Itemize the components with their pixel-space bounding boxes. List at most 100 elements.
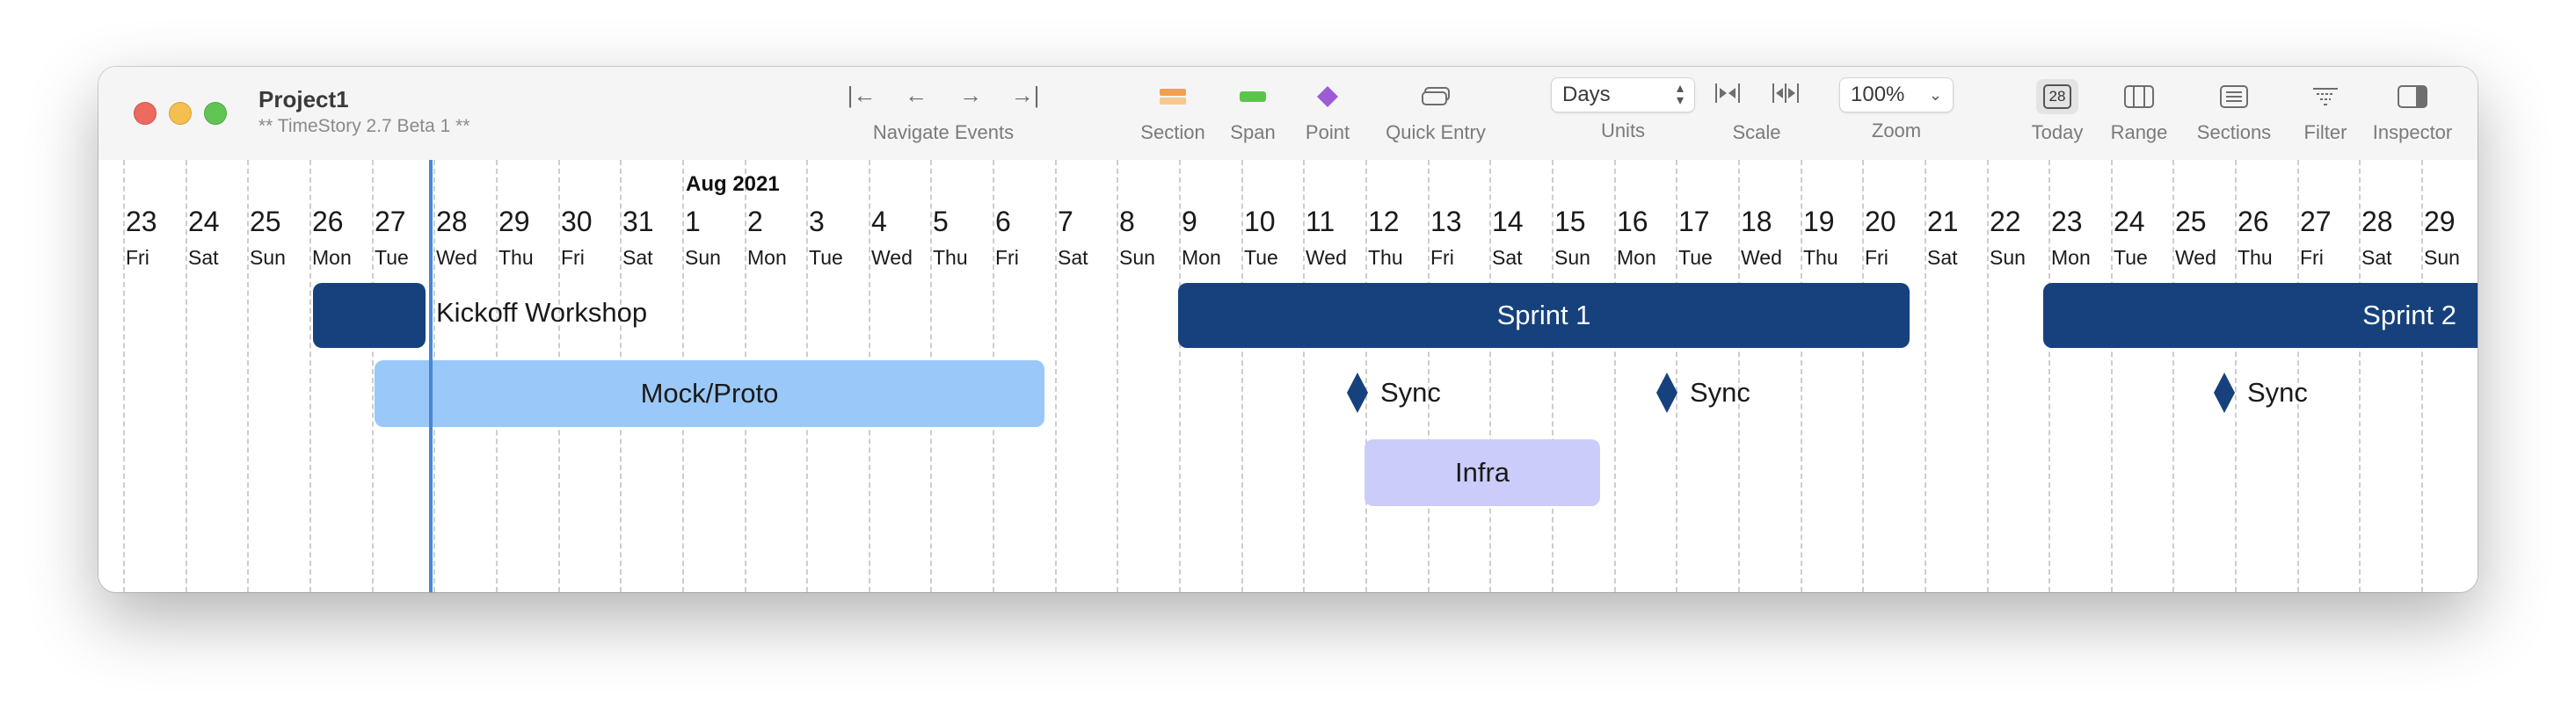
day-name: Sun — [1554, 246, 1590, 269]
day-gridline — [309, 160, 311, 592]
day-gridline — [1614, 160, 1616, 592]
sprint-2-label: Sprint 2 — [2362, 300, 2456, 330]
sprint-2-bar[interactable]: Sprint 2 — [2043, 283, 2478, 348]
units-value: Days — [1562, 83, 1611, 106]
timeline-canvas[interactable]: 23 Fri 24 Sat 25 Sun 26 Mon 27 Tue 28 Wed 29 Thu 30 Fri… — [98, 160, 2478, 592]
day-number: 30 — [561, 206, 593, 237]
mock-proto-bar[interactable]: Mock/Proto — [375, 360, 1044, 427]
filter-icon — [2293, 76, 2358, 114]
scale-expand-icon[interactable] — [1772, 82, 1799, 109]
inspector-button[interactable]: Inspector — [2361, 76, 2463, 155]
today-button[interactable]: 28 Today — [2020, 76, 2094, 155]
day-number: 8 — [1119, 206, 1135, 237]
day-gridline — [247, 160, 249, 592]
day-gridline — [1055, 160, 1057, 592]
zoom-control: 100% ⌄ Zoom — [1839, 76, 1954, 155]
infra-bar[interactable]: Infra — [1364, 439, 1600, 506]
day-gridline — [2048, 160, 2050, 592]
chevron-down-icon: ⌄ — [1928, 85, 1942, 104]
day-name: Sun — [2424, 246, 2460, 269]
first-event-icon[interactable]: |← — [844, 82, 879, 109]
day-number: 23 — [126, 206, 157, 237]
filter-button[interactable]: Filter — [2293, 76, 2358, 155]
diamond-marker-icon — [2214, 373, 2235, 413]
updown-chevron-icon: ▴ ▾ — [1676, 81, 1684, 108]
scale-compress-icon[interactable] — [1714, 82, 1741, 109]
day-name: Sat — [622, 246, 653, 269]
day-name: Sat — [2361, 246, 2392, 269]
point-diamond-icon — [1294, 76, 1361, 114]
day-number: 17 — [1678, 206, 1710, 237]
sections-button[interactable]: Sections — [2186, 76, 2282, 155]
next-event-icon[interactable]: → — [953, 82, 988, 109]
day-name: Tue — [2114, 246, 2148, 269]
day-name: Thu — [498, 246, 534, 269]
span-button[interactable]: Span — [1220, 76, 1285, 155]
day-name: Mon — [1617, 246, 1656, 269]
day-number: 29 — [498, 206, 530, 237]
inspector-sidebar-icon — [2361, 76, 2463, 114]
day-name: Wed — [1741, 246, 1782, 269]
day-number: 1 — [685, 206, 701, 237]
day-name: Fri — [1865, 246, 1888, 269]
day-number: 22 — [1990, 206, 2021, 237]
day-gridline — [2111, 160, 2113, 592]
calendar-icon: 28 — [2036, 78, 2078, 114]
day-number: 7 — [1058, 206, 1073, 237]
app-window: Project1 ** TimeStory 2.7 Beta 1 ** |← ←… — [98, 67, 2478, 592]
month-label: Aug 2021 — [686, 172, 780, 196]
day-name: Wed — [871, 246, 913, 269]
day-gridline — [1241, 160, 1243, 592]
quick-entry-button[interactable]: Quick Entry — [1370, 76, 1502, 155]
day-number: 14 — [1492, 206, 1524, 237]
close-button[interactable] — [134, 102, 156, 125]
sections-list-icon — [2186, 76, 2282, 114]
day-number: 6 — [995, 206, 1011, 237]
range-button[interactable]: Range — [2099, 76, 2179, 155]
section-button[interactable]: Section — [1129, 76, 1217, 155]
day-number: 20 — [1865, 206, 1896, 237]
day-name: Tue — [375, 246, 409, 269]
day-name: Fri — [561, 246, 585, 269]
previous-event-icon[interactable]: ← — [899, 82, 934, 109]
day-name: Fri — [126, 246, 149, 269]
day-number: 9 — [1182, 206, 1197, 237]
day-gridline — [1801, 160, 1802, 592]
units-select[interactable]: Days ▴ ▾ — [1551, 77, 1695, 112]
day-number: 25 — [250, 206, 281, 237]
quick-entry-icon — [1370, 76, 1502, 114]
sync-point[interactable]: Sync — [1347, 373, 1441, 413]
kickoff-workshop-bar[interactable] — [313, 283, 426, 348]
day-number: 27 — [375, 206, 406, 237]
units-control: Days ▴ ▾ Units — [1551, 76, 1695, 155]
day-gridline — [123, 160, 125, 592]
document-subtitle: ** TimeStory 2.7 Beta 1 ** — [258, 116, 470, 136]
day-number: 15 — [1554, 206, 1586, 237]
day-name: Fri — [1430, 246, 1454, 269]
day-name: Thu — [1368, 246, 1403, 269]
day-number: 3 — [809, 206, 825, 237]
day-gridline — [2421, 160, 2423, 592]
day-number: 24 — [188, 206, 220, 237]
day-number: 16 — [1617, 206, 1648, 237]
mock-proto-label: Mock/Proto — [640, 378, 779, 409]
day-gridline — [1925, 160, 1926, 592]
zoom-value: 100% — [1851, 83, 1905, 106]
last-event-icon[interactable]: →| — [1008, 82, 1043, 109]
day-number: 26 — [312, 206, 344, 237]
sprint-1-bar[interactable]: Sprint 1 — [1178, 283, 1910, 348]
zoom-select[interactable]: 100% ⌄ — [1839, 77, 1954, 112]
sync-point[interactable]: Sync — [1656, 373, 1750, 413]
minimize-button[interactable] — [169, 102, 192, 125]
day-number: 25 — [2175, 206, 2207, 237]
sync-point[interactable]: Sync — [2214, 373, 2308, 413]
day-number: 26 — [2238, 206, 2269, 237]
day-number: 19 — [1803, 206, 1835, 237]
point-button[interactable]: Point — [1294, 76, 1361, 155]
day-name: Mon — [2051, 246, 2091, 269]
day-name: Sat — [1927, 246, 1958, 269]
zoom-window-button[interactable] — [204, 102, 227, 125]
day-name: Sun — [1119, 246, 1155, 269]
section-icon — [1129, 76, 1217, 114]
day-name: Tue — [1244, 246, 1278, 269]
